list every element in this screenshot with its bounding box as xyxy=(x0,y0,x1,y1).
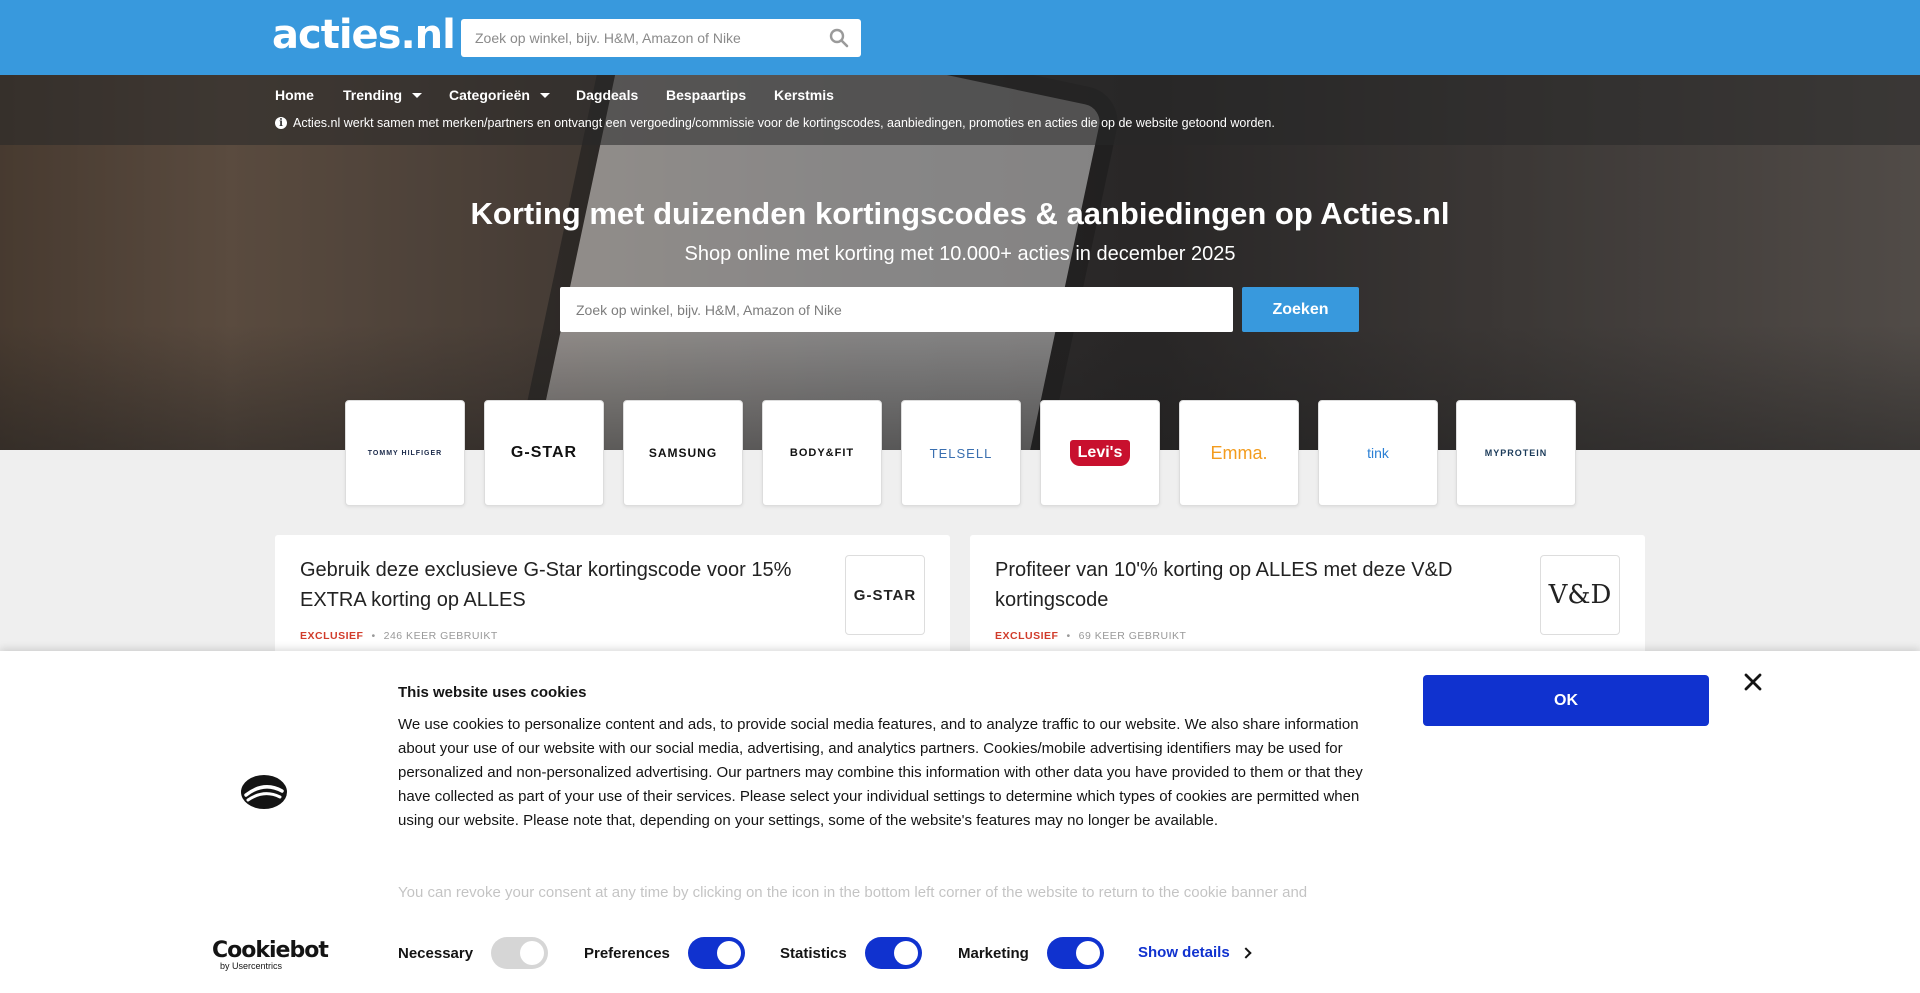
nav-item-dagdeals[interactable]: Dagdeals xyxy=(576,87,638,103)
cookie-ok-button[interactable]: OK xyxy=(1423,675,1709,726)
brand-tile-emma[interactable]: Emma. xyxy=(1179,400,1299,506)
hero-search-input[interactable] xyxy=(560,287,1233,332)
nav-item-trending[interactable]: Trending xyxy=(343,87,423,103)
telsell-logo: TELSELL xyxy=(929,445,993,461)
levis-logo: Levi's xyxy=(1069,440,1131,466)
nav-item-home[interactable]: Home xyxy=(275,87,314,103)
brand-tile-myprotein[interactable]: MYPROTEIN xyxy=(1456,400,1576,506)
brand-tile-body-and-fit[interactable]: BODY&FIT xyxy=(762,400,882,506)
vd-logo: V&D xyxy=(1540,555,1620,635)
body-and-fit-logo: BODY&FIT xyxy=(789,447,855,459)
tommy-hilfiger-logo: TOMMY HILFIGER xyxy=(367,449,443,457)
toggle-statistics: Statistics xyxy=(780,937,922,969)
nav-item-kerstmis[interactable]: Kerstmis xyxy=(774,87,834,103)
caret-down-icon xyxy=(412,92,423,98)
affiliate-disclosure: i Acties.nl werkt samen met merken/partn… xyxy=(275,116,1275,130)
toggle-marketing: Marketing xyxy=(958,937,1104,969)
info-icon: i xyxy=(275,117,287,129)
usage-count: 69 KEER GEBRUIKT xyxy=(1078,630,1187,642)
toggle-necessary: Necessary xyxy=(398,937,549,969)
brand-tile-tommy-hilfiger[interactable]: TOMMY HILFIGER xyxy=(345,400,465,506)
cookie-body: We use cookies to personalize content an… xyxy=(398,716,1363,829)
g-star-logo: G-STAR xyxy=(845,555,925,635)
brand-tile-samsung[interactable]: SAMSUNG xyxy=(623,400,743,506)
necessary-toggle xyxy=(491,937,549,969)
nav-item-bespaartips[interactable]: Bespaartips xyxy=(666,87,746,103)
brand-tile-levis[interactable]: Levi's xyxy=(1040,400,1160,506)
header-search-input[interactable] xyxy=(461,19,821,57)
emma-logo: Emma. xyxy=(1210,442,1268,463)
brand-tile-telsell[interactable]: TELSELL xyxy=(901,400,1021,506)
deal-meta: EXCLUSIEF • 246 KEER GEBRUIKT xyxy=(300,630,498,642)
deal-card[interactable]: Gebruik deze exclusieve G-Star kortingsc… xyxy=(275,535,950,655)
site-logo[interactable]: acties.nl xyxy=(272,12,456,58)
exclusive-badge: EXCLUSIEF xyxy=(995,630,1059,642)
search-button[interactable]: Zoeken xyxy=(1242,287,1359,332)
chevron-right-icon xyxy=(1240,946,1252,959)
marketing-toggle[interactable] xyxy=(1046,937,1104,969)
hero-subtitle: Shop online met korting met 10.000+ acti… xyxy=(684,243,1236,265)
deal-title[interactable]: Profiteer van 10'% korting op ALLES met … xyxy=(995,555,1515,615)
cookiebot-logo: Cookiebot by Usercentrics xyxy=(212,938,329,971)
cookie-title: This website uses cookies xyxy=(398,684,587,701)
search-icon[interactable] xyxy=(829,28,849,48)
statistics-toggle[interactable] xyxy=(864,937,922,969)
deal-card[interactable]: Profiteer van 10'% korting op ALLES met … xyxy=(970,535,1645,655)
caret-down-icon xyxy=(539,92,550,98)
show-details-link[interactable]: Show details xyxy=(1138,944,1252,961)
usage-count: 246 KEER GEBRUIKT xyxy=(383,630,498,642)
tink-logo: tink xyxy=(1367,445,1389,461)
preferences-toggle[interactable] xyxy=(687,937,745,969)
exclusive-badge: EXCLUSIEF xyxy=(300,630,364,642)
close-icon[interactable] xyxy=(1742,671,1764,693)
toggle-preferences: Preferences xyxy=(584,937,745,969)
cookie-body-more: You can revoke your consent at any time … xyxy=(398,884,1308,901)
samsung-logo: SAMSUNG xyxy=(648,446,718,460)
top-bar: acties.nl xyxy=(0,0,1920,75)
brand-tile-tink[interactable]: tink xyxy=(1318,400,1438,506)
header-search xyxy=(461,19,861,57)
main-nav: Home Trending Categorieën Dagdeals Bespa… xyxy=(0,75,1920,145)
deal-title[interactable]: Gebruik deze exclusieve G-Star kortingsc… xyxy=(300,555,820,615)
hero-search xyxy=(560,287,1233,332)
hero-title: Korting met duizenden kortingscodes & aa… xyxy=(470,196,1450,231)
nav-item-categorieen[interactable]: Categorieën xyxy=(449,87,550,103)
cookiebot-shield-icon xyxy=(241,775,287,809)
myprotein-logo: MYPROTEIN xyxy=(1484,448,1548,458)
cookie-banner: This website uses cookies We use cookies… xyxy=(0,651,1920,993)
g-star-logo: G-STAR xyxy=(510,444,578,461)
brand-tile-g-star[interactable]: G-STAR xyxy=(484,400,604,506)
deal-meta: EXCLUSIEF • 69 KEER GEBRUIKT xyxy=(995,630,1187,642)
